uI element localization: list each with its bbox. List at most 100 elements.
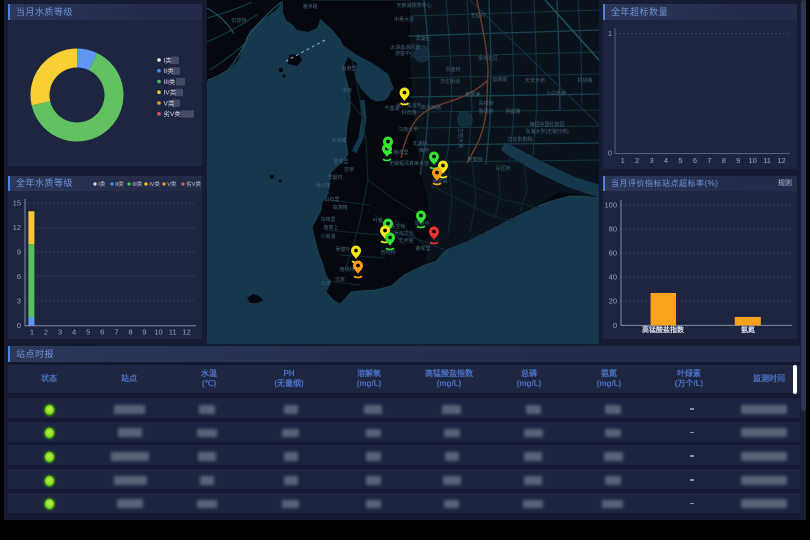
svg-text:长连桥: 长连桥: [445, 66, 460, 73]
svg-text:10: 10: [749, 156, 757, 165]
svg-text:0: 0: [608, 149, 612, 158]
svg-text:北渎桥: 北渎桥: [412, 140, 427, 147]
svg-text:2: 2: [44, 328, 48, 337]
svg-text:机场路: 机场路: [577, 77, 592, 84]
svg-text:梅桥: 梅桥: [419, 147, 429, 154]
svg-text:郁家美: 郁家美: [465, 91, 480, 98]
svg-text:白石里: 白石里: [324, 196, 339, 203]
svg-text:7: 7: [707, 156, 711, 165]
svg-text:9: 9: [17, 248, 21, 257]
svg-text:3: 3: [58, 328, 62, 337]
svg-text:1: 1: [621, 156, 625, 165]
svg-text:6: 6: [100, 328, 104, 337]
svg-text:6: 6: [17, 272, 21, 281]
svg-text:太湖蠡湖风景: 太湖蠡湖风景: [390, 44, 420, 51]
svg-text:0: 0: [17, 321, 21, 330]
svg-text:5: 5: [678, 156, 682, 165]
svg-text:氨氮: 氨氮: [741, 325, 755, 334]
svg-text:6: 6: [693, 156, 697, 165]
svg-text:3: 3: [17, 296, 21, 305]
svg-text:五星村: 五星村: [470, 12, 485, 19]
svg-text:高荡略: 高荡略: [332, 204, 347, 211]
svg-text:II类: II类: [115, 180, 124, 188]
svg-text:运南街: 运南街: [492, 76, 507, 83]
svg-text:滨湖区: 滨湖区: [415, 35, 430, 42]
svg-text:12: 12: [777, 156, 785, 165]
svg-text:梅湾里: 梅湾里: [393, 149, 408, 156]
svg-text:吴健叶: 吴健叶: [335, 246, 350, 253]
svg-text:III类: III类: [164, 77, 176, 86]
svg-text:40: 40: [609, 273, 617, 282]
svg-text:5: 5: [86, 328, 90, 337]
svg-text:0: 0: [613, 321, 617, 330]
svg-text:V类: V类: [167, 180, 177, 188]
svg-text:吴都路: 吴都路: [505, 108, 520, 115]
svg-text:60: 60: [609, 249, 617, 258]
svg-text:IV类: IV类: [164, 88, 177, 97]
svg-text:15: 15: [13, 199, 21, 208]
svg-text:10: 10: [154, 328, 162, 337]
svg-text:潘渎路: 潘渎路: [302, 3, 317, 10]
svg-text:12: 12: [13, 223, 21, 232]
svg-text:寿安桥: 寿安桥: [467, 156, 482, 163]
svg-text:4: 4: [664, 156, 668, 165]
svg-text:劣V类: 劣V类: [186, 180, 201, 188]
svg-text:小白花桥: 小白花桥: [546, 90, 566, 97]
svg-text:12: 12: [183, 328, 191, 337]
svg-text:高浪西路: 高浪西路: [421, 104, 441, 111]
svg-text:江南大学: 江南大学: [398, 126, 418, 133]
svg-text:8: 8: [128, 328, 132, 337]
svg-text:华庄街道: 华庄街道: [440, 78, 460, 85]
svg-text:1: 1: [30, 328, 34, 337]
svg-text:中吴大道: 中吴大道: [394, 16, 414, 23]
svg-text:游客中心: 游客中心: [395, 50, 415, 57]
svg-text:大河塘: 大河塘: [331, 137, 346, 144]
svg-text:惠风桥: 惠风桥: [478, 108, 493, 115]
svg-text:无锡程清真美术馆: 无锡程清真美术馆: [389, 160, 429, 167]
svg-text:I类: I类: [164, 55, 173, 64]
svg-text:石皮桥: 石皮桥: [231, 17, 246, 24]
svg-text:劣V类: 劣V类: [164, 109, 182, 118]
svg-text:I类: I类: [98, 180, 106, 188]
svg-text:东海大学(无锡分校): 东海大学(无锡分校): [525, 128, 569, 135]
svg-text:天安大桥: 天安大桥: [525, 77, 545, 84]
svg-text:东绛里: 东绛里: [320, 216, 335, 223]
svg-text:艺术宫: 艺术宫: [398, 237, 413, 244]
svg-text:南杨桥: 南杨桥: [339, 266, 354, 273]
svg-text:9: 9: [142, 328, 146, 337]
svg-text:80: 80: [609, 225, 617, 234]
svg-text:梅园中国杜鹃园: 梅园中国杜鹃园: [529, 121, 564, 128]
svg-text:华庄影剧院: 华庄影剧院: [507, 136, 532, 143]
svg-text:8: 8: [722, 156, 726, 165]
svg-text:11: 11: [763, 156, 771, 165]
svg-text:兴区桥: 兴区桥: [495, 165, 510, 172]
svg-text:叶春: 叶春: [373, 217, 383, 224]
svg-text:渔港里: 渔港里: [341, 65, 356, 72]
svg-text:科普馆: 科普馆: [401, 109, 416, 116]
svg-text:羊腿村: 羊腿村: [327, 174, 342, 181]
svg-text:重鸣里: 重鸣里: [333, 158, 348, 165]
svg-text:III类: III类: [132, 180, 143, 188]
svg-text:1: 1: [608, 29, 612, 38]
svg-text:100: 100: [604, 201, 617, 210]
svg-text:薛家里: 薛家里: [415, 245, 430, 252]
svg-text:2: 2: [635, 156, 639, 165]
svg-text:汤公馆: 汤公馆: [315, 182, 330, 189]
svg-text:立信大道: 立信大道: [457, 128, 464, 148]
svg-text:3: 3: [650, 156, 654, 165]
svg-text:11: 11: [169, 328, 177, 337]
svg-text:长广溪湿地: 长广溪湿地: [396, 102, 421, 109]
svg-text:吴淞文化: 吴淞文化: [394, 230, 414, 237]
svg-text:南泰上: 南泰上: [323, 224, 338, 231]
svg-text:沈家: 沈家: [335, 276, 345, 283]
svg-text:II类: II类: [164, 66, 175, 75]
svg-text:容亲: 容亲: [344, 166, 354, 173]
svg-text:9: 9: [736, 156, 740, 165]
svg-text:7: 7: [114, 328, 118, 337]
svg-text:书亲: 书亲: [342, 87, 352, 94]
svg-text:V类: V类: [164, 98, 175, 107]
svg-text:4: 4: [72, 328, 76, 337]
svg-text:小商浦: 小商浦: [320, 233, 335, 240]
svg-text:九浦: 九浦: [321, 279, 331, 286]
svg-text:天鹅湖体育中心: 天鹅湖体育中心: [396, 2, 431, 9]
